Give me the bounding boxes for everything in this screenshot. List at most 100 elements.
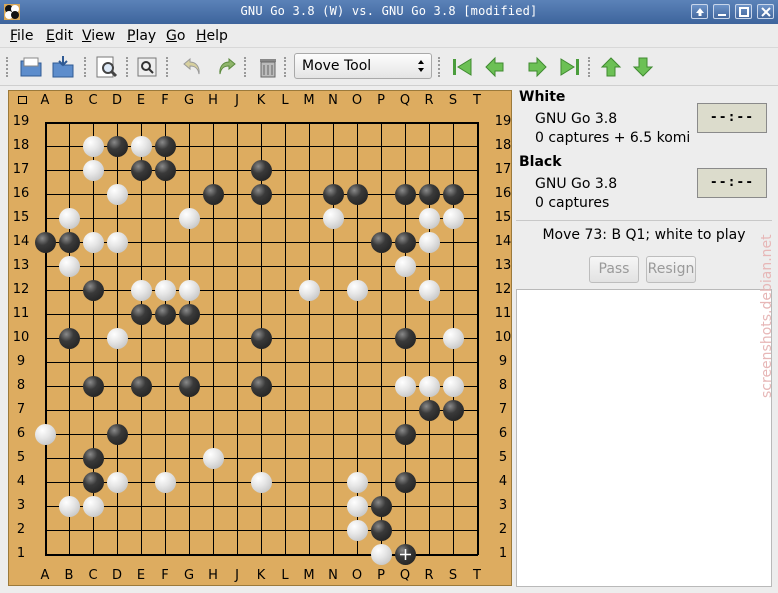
column-label: F <box>161 568 169 583</box>
grid-line <box>285 122 286 555</box>
close-icon <box>761 7 771 17</box>
black-stone <box>251 376 272 397</box>
toolbar-grip[interactable] <box>166 57 170 77</box>
next-move-button[interactable] <box>524 54 550 80</box>
menu-go[interactable]: Go <box>166 28 185 44</box>
folder-icon <box>20 57 42 77</box>
white-stone <box>107 184 128 205</box>
black-stone <box>371 520 392 541</box>
white-stone <box>155 472 176 493</box>
go-back-icon <box>485 56 504 78</box>
find-icon <box>137 57 157 77</box>
black-stone <box>131 304 152 325</box>
board-menu-toggle[interactable] <box>18 96 27 104</box>
menu-help[interactable]: Help <box>196 28 228 44</box>
white-stone <box>107 472 128 493</box>
trash-icon <box>260 59 276 78</box>
tool-select-value: Move Tool <box>302 58 372 74</box>
close-button[interactable] <box>757 4 774 19</box>
find-button[interactable] <box>134 54 160 80</box>
column-label: B <box>64 93 74 108</box>
white-stone <box>107 232 128 253</box>
toolbar-grip[interactable] <box>284 57 288 77</box>
black-stone <box>35 232 56 253</box>
first-move-button[interactable] <box>449 54 475 80</box>
go-board[interactable]: A A B B C C D D E E F F G G H H J J K K L L M M N N O O P P Q Q R R S S T T 19… <box>8 90 512 586</box>
toolbar-grip[interactable] <box>6 57 10 77</box>
new-game-button[interactable] <box>18 54 44 80</box>
previous-variation-button[interactable] <box>598 54 624 80</box>
toolbar-grip[interactable] <box>126 57 130 77</box>
row-label: 6 <box>498 426 508 441</box>
keep-above-button[interactable] <box>691 4 708 19</box>
black-stone <box>83 472 104 493</box>
column-label: O <box>351 93 363 108</box>
black-stone <box>83 280 104 301</box>
white-stone <box>347 520 368 541</box>
grid-line <box>381 122 382 555</box>
magnifier-icon <box>96 56 118 78</box>
black-stone <box>395 232 416 253</box>
previous-move-button[interactable] <box>482 54 508 80</box>
black-stone <box>395 472 416 493</box>
column-label: L <box>281 568 289 583</box>
row-label: 9 <box>16 354 26 369</box>
black-stone <box>395 184 416 205</box>
toolbar-grip[interactable] <box>84 57 88 77</box>
row-label: 11 <box>494 306 512 321</box>
tool-select[interactable]: Move Tool <box>294 53 432 79</box>
column-label: D <box>111 93 122 108</box>
column-label: H <box>208 93 218 108</box>
comment-textarea[interactable] <box>516 289 772 587</box>
redo-icon <box>219 57 236 75</box>
last-move-button[interactable] <box>557 54 583 80</box>
black-stone <box>83 448 104 469</box>
grid-line <box>45 506 478 507</box>
white-stone <box>131 280 152 301</box>
black-stone <box>443 184 464 205</box>
grid-line <box>45 458 478 459</box>
toolbar-grip[interactable] <box>438 57 442 77</box>
column-label: C <box>88 568 98 583</box>
menu-view[interactable]: View <box>82 28 115 44</box>
white-stone <box>419 208 440 229</box>
menu-play[interactable]: Play <box>127 28 156 44</box>
next-variation-button[interactable] <box>630 54 656 80</box>
white-stone <box>83 232 104 253</box>
white-stone <box>347 472 368 493</box>
redo-button[interactable] <box>213 54 239 80</box>
go-down-icon <box>632 57 654 77</box>
undo-button[interactable] <box>180 54 206 80</box>
toolbar-grip[interactable] <box>244 57 248 77</box>
minimize-button[interactable] <box>713 4 730 19</box>
row-label: 13 <box>494 258 512 273</box>
maximize-button[interactable] <box>735 4 752 19</box>
white-engine: GNU Go 3.8 <box>535 111 618 127</box>
toolbar-grip[interactable] <box>588 57 592 77</box>
white-stone <box>155 280 176 301</box>
row-label: 14 <box>12 234 30 249</box>
resign-button[interactable]: Resign <box>646 256 696 283</box>
menu-bar: File Edit View Play Go Help <box>0 24 778 48</box>
column-label: T <box>473 568 481 583</box>
white-stone <box>59 256 80 277</box>
menu-edit[interactable]: Edit <box>46 28 73 44</box>
pass-button[interactable]: Pass <box>589 256 639 283</box>
go-last-icon <box>560 58 579 76</box>
row-label: 9 <box>498 354 508 369</box>
row-label: 14 <box>494 234 512 249</box>
maximize-icon <box>739 7 749 17</box>
minimize-icon <box>718 14 726 16</box>
row-label: 13 <box>12 258 30 273</box>
clear-button[interactable] <box>255 54 281 80</box>
menu-file[interactable]: File <box>10 28 33 44</box>
game-info-button[interactable] <box>94 54 120 80</box>
column-label: P <box>377 568 385 583</box>
save-button[interactable] <box>50 54 76 80</box>
column-label: R <box>424 93 434 108</box>
undo-icon <box>183 57 200 75</box>
row-label: 16 <box>12 186 30 201</box>
white-stone <box>83 136 104 157</box>
column-label: L <box>281 93 289 108</box>
black-stone <box>155 136 176 157</box>
